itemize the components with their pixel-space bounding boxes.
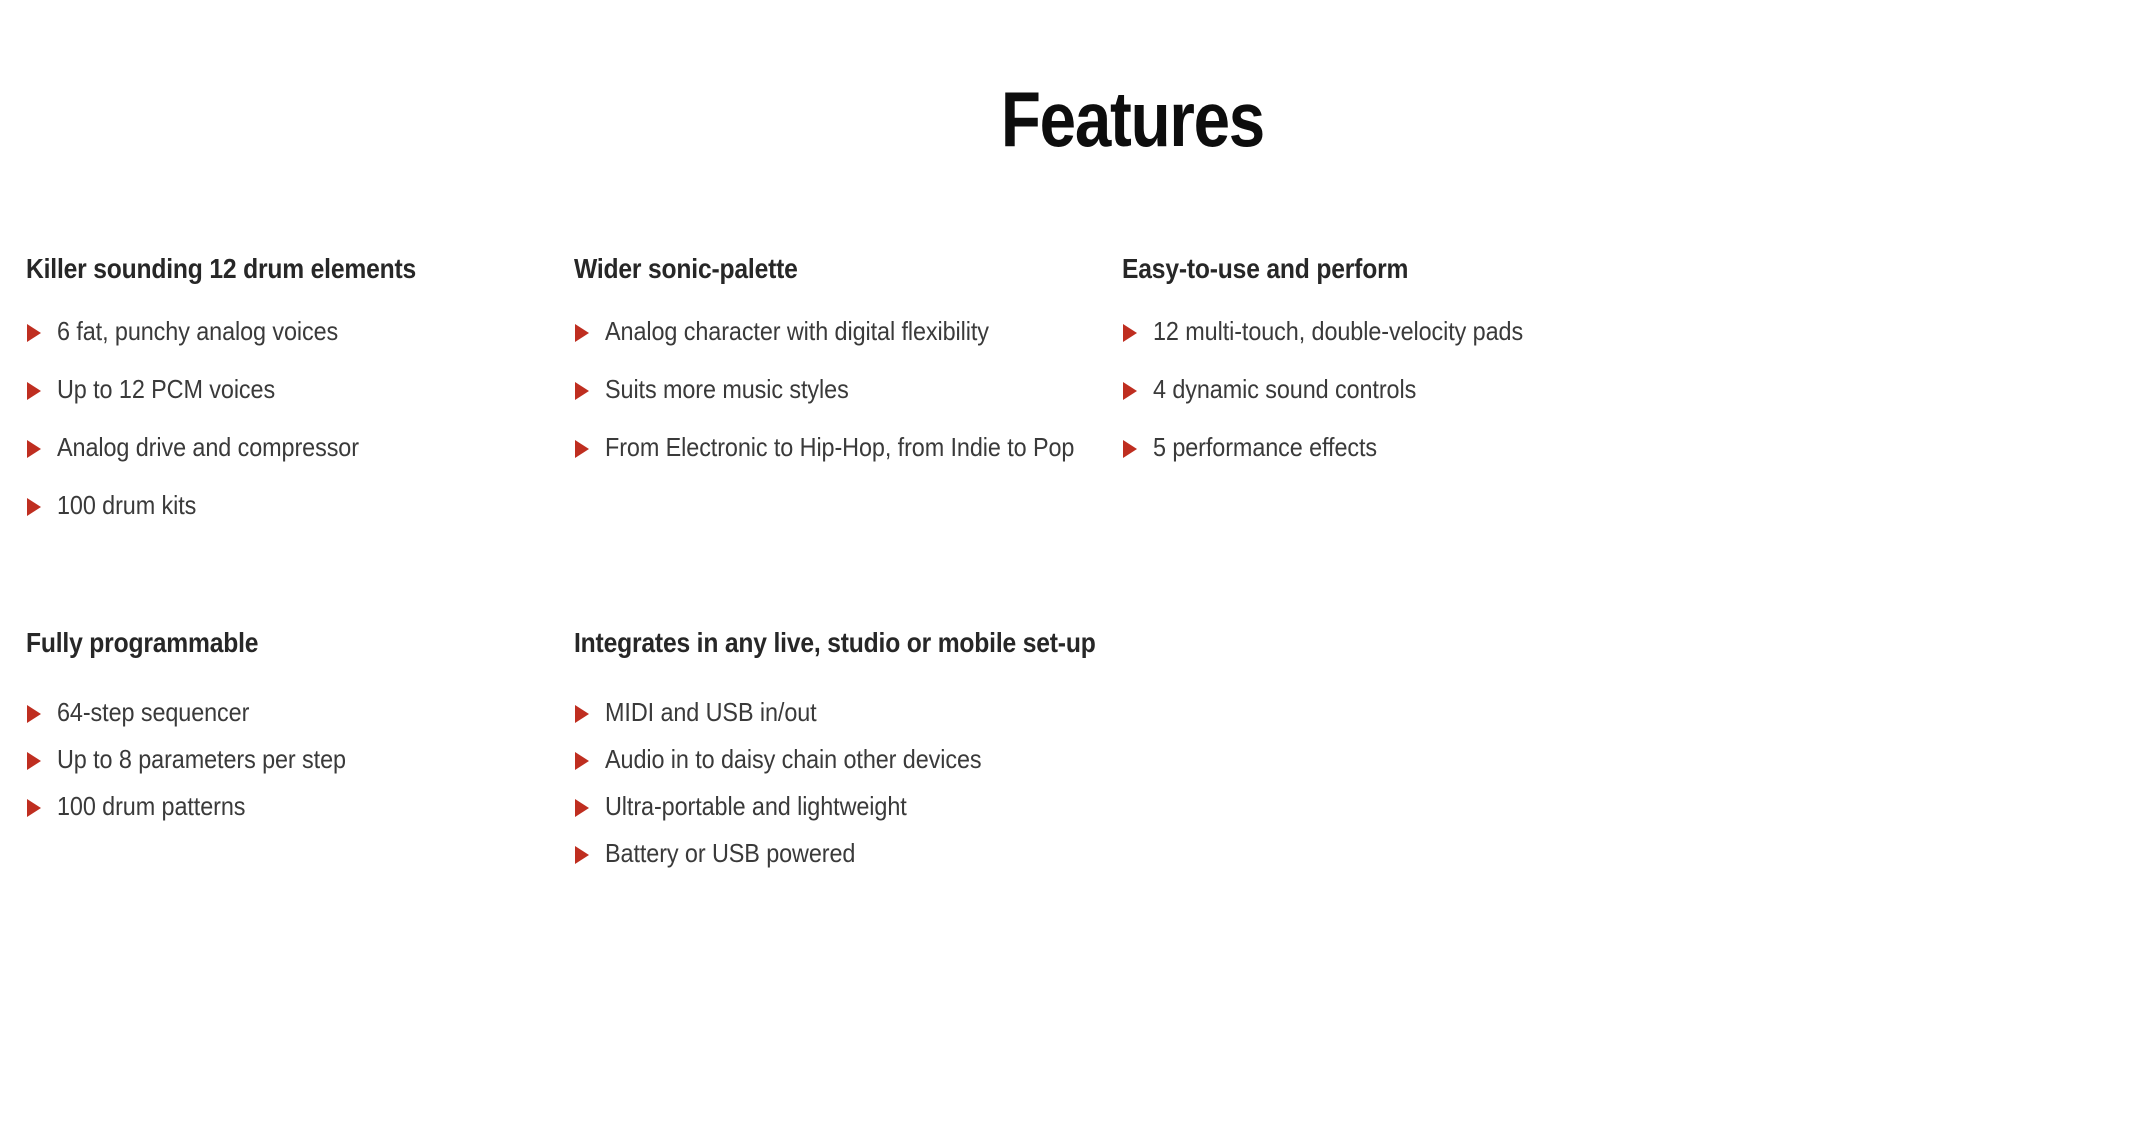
list-item: 5 performance effects	[1122, 428, 1814, 466]
list-item: From Electronic to Hip-Hop, from Indie t…	[574, 428, 1114, 466]
list-item-label: MIDI and USB in/out	[605, 697, 817, 727]
feature-column-fully-programmable: Fully programmable 64-step sequencer Up …	[26, 611, 574, 834]
triangle-right-icon	[27, 498, 41, 516]
list-item-label: Ultra-portable and lightweight	[605, 791, 907, 821]
list-item-label: From Electronic to Hip-Hop, from Indie t…	[605, 432, 1075, 462]
list-item-label: 4 dynamic sound controls	[1153, 374, 1417, 404]
triangle-right-icon	[575, 440, 589, 458]
list-item: Suits more music styles	[574, 370, 1114, 408]
list-item-label: Battery or USB powered	[605, 838, 856, 868]
list-item: 100 drum kits	[26, 486, 566, 524]
list-item-label: 64-step sequencer	[57, 697, 250, 727]
list-item: MIDI and USB in/out	[574, 693, 1114, 731]
feature-heading: Killer sounding 12 drum elements	[26, 253, 417, 284]
list-item: 12 multi-touch, double-velocity pads	[1122, 312, 1814, 350]
triangle-right-icon	[27, 752, 41, 770]
triangle-right-icon	[575, 705, 589, 723]
feature-column-easy-to-use: Easy-to-use and perform 12 multi-touch, …	[1122, 238, 1822, 466]
feature-list: 6 fat, punchy analog voices Up to 12 PCM…	[26, 312, 566, 524]
list-item: Audio in to daisy chain other devices	[574, 740, 1114, 778]
list-item: Up to 8 parameters per step	[26, 740, 566, 778]
list-item: 100 drum patterns	[26, 787, 566, 825]
feature-row: Killer sounding 12 drum elements 6 fat, …	[26, 238, 2106, 524]
list-item: 6 fat, punchy analog voices	[26, 312, 566, 350]
triangle-right-icon	[27, 799, 41, 817]
triangle-right-icon	[27, 324, 41, 342]
triangle-right-icon	[1123, 324, 1137, 342]
feature-list: 64-step sequencer Up to 8 parameters per…	[26, 693, 566, 825]
list-item-label: 5 performance effects	[1153, 432, 1378, 462]
feature-column-wider-sonic-palette: Wider sonic-palette Analog character wit…	[574, 238, 1122, 466]
feature-list: Analog character with digital flexibilit…	[574, 312, 1114, 466]
feature-heading: Wider sonic-palette	[574, 253, 798, 284]
list-item-label: Analog character with digital flexibilit…	[605, 316, 989, 346]
list-item: 4 dynamic sound controls	[1122, 370, 1814, 408]
triangle-right-icon	[27, 382, 41, 400]
triangle-right-icon	[27, 705, 41, 723]
triangle-right-icon	[1123, 440, 1137, 458]
triangle-right-icon	[575, 382, 589, 400]
triangle-right-icon	[575, 799, 589, 817]
feature-column-killer-sounding: Killer sounding 12 drum elements 6 fat, …	[26, 238, 574, 524]
list-item-label: 100 drum patterns	[57, 791, 246, 821]
feature-list: 12 multi-touch, double-velocity pads 4 d…	[1122, 312, 1814, 466]
list-item-label: 12 multi-touch, double-velocity pads	[1153, 316, 1524, 346]
list-item: Up to 12 PCM voices	[26, 370, 566, 408]
features-grid: Killer sounding 12 drum elements 6 fat, …	[26, 238, 2106, 881]
list-item: Analog character with digital flexibilit…	[574, 312, 1114, 350]
feature-heading: Integrates in any live, studio or mobile…	[574, 627, 1096, 658]
triangle-right-icon	[27, 440, 41, 458]
list-item: 64-step sequencer	[26, 693, 566, 731]
feature-row: Fully programmable 64-step sequencer Up …	[26, 611, 2106, 881]
list-item: Analog drive and compressor	[26, 428, 566, 466]
list-item: Ultra-portable and lightweight	[574, 787, 1114, 825]
list-item-label: 100 drum kits	[57, 490, 197, 520]
feature-column-integrates: Integrates in any live, studio or mobile…	[574, 611, 1122, 881]
feature-heading: Easy-to-use and perform	[1122, 253, 1409, 284]
list-item-label: Suits more music styles	[605, 374, 849, 404]
list-item: Battery or USB powered	[574, 834, 1114, 872]
list-item-label: Up to 8 parameters per step	[57, 744, 346, 774]
features-page: Features Killer sounding 12 drum element…	[0, 0, 2130, 1134]
triangle-right-icon	[575, 752, 589, 770]
triangle-right-icon	[1123, 382, 1137, 400]
list-item-label: Audio in to daisy chain other devices	[605, 744, 982, 774]
page-title: Features	[1000, 75, 1265, 164]
feature-heading: Fully programmable	[26, 627, 259, 658]
list-item-label: 6 fat, punchy analog voices	[57, 316, 339, 346]
list-item-label: Analog drive and compressor	[57, 432, 359, 462]
triangle-right-icon	[575, 846, 589, 864]
list-item-label: Up to 12 PCM voices	[57, 374, 276, 404]
triangle-right-icon	[575, 324, 589, 342]
feature-list: MIDI and USB in/out Audio in to daisy ch…	[574, 693, 1114, 872]
